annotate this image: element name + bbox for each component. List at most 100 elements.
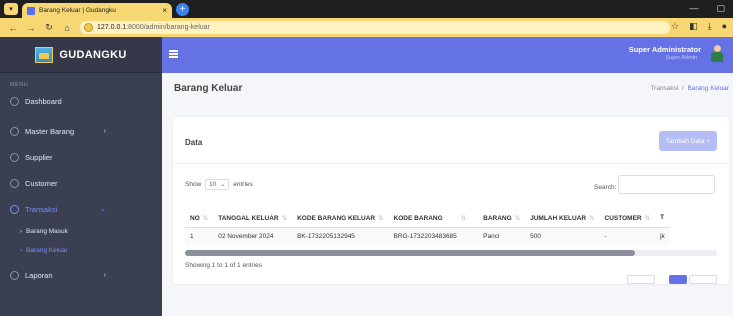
search-label: Search:	[594, 184, 617, 191]
tab-title: Barang Keluar | Gudangku	[39, 7, 116, 14]
breadcrumb: Transaksi / Barang Keluar	[650, 85, 729, 92]
caret-right-icon: ›	[20, 228, 22, 235]
card-title: Data	[185, 138, 203, 147]
sidebar-subitem-label: Barang Masuk	[26, 228, 68, 235]
user-icon	[10, 152, 19, 162]
chevron-right-icon: ›	[103, 127, 106, 135]
url-field[interactable]: 127.0.0.1:8000/admin/barang-keluar	[80, 21, 670, 34]
data-table: NO ⇅ TANGGAL KELUAR ⇅ KODE BARANG KELUAR ⇅ …	[185, 209, 670, 246]
sidebar-item-supplier[interactable]: Supplier	[0, 144, 162, 170]
tab-close-icon[interactable]: ×	[162, 6, 167, 15]
url-host: 127.0.0.1	[97, 24, 127, 31]
minimize-icon[interactable]: —	[689, 3, 698, 14]
browser-tab[interactable]: Barang Keluar | Gudangku ×	[22, 3, 172, 18]
entries-value: 10	[209, 181, 216, 188]
menu-heading: MENU	[10, 82, 29, 88]
reload-icon[interactable]: ↻	[44, 22, 54, 33]
sidebar-item-label: Supplier	[25, 152, 53, 162]
table-header-row: NO ⇅ TANGGAL KELUAR ⇅ KODE BARANG KELUAR ⇅ …	[185, 209, 670, 228]
hamburger-menu-icon[interactable]	[169, 50, 178, 58]
sidebar-item-dashboard[interactable]: Dashboard	[0, 88, 162, 114]
cell-customer: -	[599, 227, 656, 246]
profile-icon[interactable]: ●	[722, 21, 727, 32]
pagination-spacer	[657, 275, 667, 284]
entries-length-control: Show 10 ⌄ entries	[185, 179, 253, 190]
pagination-current-page[interactable]	[669, 275, 687, 284]
page-title: Barang Keluar	[174, 83, 243, 94]
column-header-barang[interactable]: BARANG ⇅	[478, 209, 526, 228]
home-icon[interactable]: ⌂	[62, 23, 72, 33]
sidebar-subitem-barang-masuk[interactable]: › Barang Masuk	[0, 222, 162, 241]
sidebar: GUDANGKU MENU Dashboard Master Barang › …	[0, 37, 162, 316]
search-input[interactable]	[618, 175, 715, 194]
column-header-t[interactable]: T	[655, 209, 670, 228]
sidebar-item-laporan[interactable]: Laporan ›	[0, 262, 162, 288]
entries-label: entries	[233, 181, 253, 188]
window-controls: — ▢	[689, 3, 725, 14]
top-header: Super Administrator Super Admin	[162, 37, 733, 73]
sidebar-item-customer[interactable]: Customer	[0, 170, 162, 196]
download-icon[interactable]: ⤓	[708, 21, 712, 32]
sidebar-item-label: Master Barang	[25, 126, 75, 136]
dashboard-icon	[10, 96, 19, 106]
user-role: Super Admin	[665, 55, 698, 61]
new-tab-button[interactable]: +	[176, 2, 189, 16]
sidebar-item-transaksi[interactable]: Transaksi ⌄	[0, 196, 162, 222]
favicon-icon	[27, 6, 35, 15]
tab-list-icon[interactable]: ▾	[4, 3, 18, 15]
chevron-right-icon: ›	[103, 271, 106, 279]
cell-no: 1	[185, 227, 214, 246]
table-info: Showing 1 to 1 of 1 entries	[185, 262, 262, 269]
sidebar-subitem-barang-keluar[interactable]: › Barang Keluar	[0, 241, 162, 260]
table-row: 1 02 November 2024 BK-1732205132945 BRG-…	[185, 227, 670, 246]
exchange-icon	[10, 204, 19, 214]
user-name[interactable]: Super Administrator	[629, 45, 701, 54]
column-header-no[interactable]: NO ⇅	[185, 209, 214, 228]
column-header-customer[interactable]: CUSTOMER ⇅	[599, 209, 656, 228]
bookmark-star-icon[interactable]: ☆	[671, 21, 679, 32]
column-header-jumlah-keluar[interactable]: JUMLAH KELUAR ⇅	[525, 209, 600, 228]
address-bar: ← → ↻ ⌂ 127.0.0.1:8000/admin/barang-kelu…	[0, 18, 733, 37]
column-header-kode-barang[interactable]: KODE BARANG ⇅	[388, 209, 479, 228]
browser-actions: ☆ ◧ ⤓ ●	[671, 21, 727, 32]
chevron-down-icon: ⌄	[100, 206, 106, 213]
scrollbar-thumb[interactable]	[185, 250, 635, 256]
box-icon	[10, 126, 19, 136]
browser-tab-bar: ▾ Barang Keluar | Gudangku × + — ▢	[0, 0, 733, 18]
site-info-icon[interactable]	[84, 23, 93, 32]
cell-kode-barang: BRG-1732203483685	[388, 227, 479, 246]
sidebar-subitem-label: Barang Keluar	[26, 247, 68, 254]
column-header-kode-barang-keluar[interactable]: KODE BARANG KELUAR ⇅	[292, 209, 389, 228]
pagination-next-button[interactable]	[689, 275, 717, 284]
warehouse-logo-icon	[35, 46, 54, 63]
breadcrumb-current: Barang Keluar	[687, 85, 729, 92]
entries-select[interactable]: 10 ⌄	[205, 179, 230, 190]
cell-kode-barang-keluar: BK-1732205132945	[292, 227, 389, 246]
url-path: :8000/admin/barang-keluar	[126, 24, 210, 31]
back-icon[interactable]: ←	[8, 23, 18, 33]
show-label: Show	[185, 181, 202, 188]
pagination-previous-button[interactable]	[627, 275, 655, 284]
card-divider	[173, 163, 729, 164]
chevron-down-icon: ⌄	[220, 182, 226, 188]
brand-name: GUDANGKU	[59, 48, 127, 61]
add-data-button[interactable]: Tambah Data +	[659, 131, 717, 151]
forward-icon[interactable]: →	[26, 23, 36, 33]
data-card: Data Tambah Data + Show 10 ⌄ entries Sea…	[173, 117, 729, 284]
sidebar-item-label: Customer	[25, 178, 58, 188]
extensions-icon[interactable]: ◧	[689, 21, 698, 32]
report-icon	[10, 270, 19, 280]
caret-right-icon: ›	[20, 247, 22, 254]
sidebar-item-master-barang[interactable]: Master Barang ›	[0, 118, 162, 144]
breadcrumb-separator: /	[682, 85, 684, 92]
breadcrumb-parent[interactable]: Transaksi	[650, 85, 678, 92]
cell-tanggal-keluar: 02 November 2024	[213, 227, 293, 246]
column-header-tanggal-keluar[interactable]: TANGGAL KELUAR ⇅	[213, 209, 293, 228]
avatar[interactable]	[709, 45, 725, 63]
horizontal-scrollbar[interactable]	[185, 250, 717, 256]
maximize-icon[interactable]: ▢	[716, 3, 725, 14]
cell-barang: Panci	[478, 227, 526, 246]
brand[interactable]: GUDANGKU	[0, 37, 162, 73]
cell-t: jk	[655, 227, 670, 246]
cell-jumlah-keluar: 500	[525, 227, 600, 246]
